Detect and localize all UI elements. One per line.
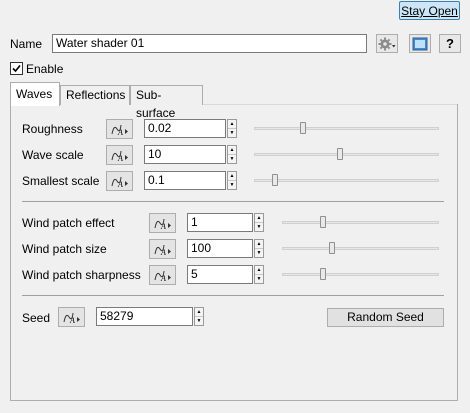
wind-patch-effect-label: Wind patch effect — [22, 216, 115, 230]
wind-patch-effect-input[interactable]: 1 — [187, 213, 253, 232]
smallest-scale-curve-button[interactable]: A — [106, 171, 133, 191]
smallest-scale-slider-thumb[interactable] — [272, 174, 278, 186]
svg-text:A: A — [160, 248, 166, 256]
curve-edit-icon: A — [154, 270, 171, 282]
wind-patch-size-spinner[interactable]: ▲ ▼ — [254, 239, 264, 258]
seed-input[interactable]: 58279 — [96, 307, 193, 326]
wind-patch-effect-spinner[interactable]: ▲ ▼ — [254, 213, 264, 232]
curve-edit-icon: A — [111, 124, 128, 136]
curve-edit-icon: A — [111, 176, 128, 188]
smallest-scale-input[interactable]: 0.1 — [144, 171, 226, 190]
wave-scale-slider-track[interactable] — [254, 153, 439, 156]
seed-label: Seed — [22, 311, 51, 325]
svg-text:A: A — [117, 180, 123, 188]
stay-open-button[interactable]: Stay Open — [399, 1, 460, 20]
wave-scale-curve-button[interactable]: A — [106, 145, 133, 165]
enable-label: Enable — [26, 62, 64, 76]
roughness-slider-track[interactable] — [254, 127, 439, 130]
wind-patch-sharpness-label: Wind patch sharpness — [22, 268, 141, 282]
seed-spinner[interactable]: ▲ ▼ — [194, 307, 204, 326]
tab-reflections[interactable]: Reflections — [60, 85, 130, 105]
wind-patch-sharpness-slider-track[interactable] — [282, 273, 439, 276]
wind-patch-effect-slider-thumb[interactable] — [320, 216, 326, 228]
wind-patch-sharpness-spinner[interactable]: ▲ ▼ — [254, 265, 264, 284]
tab-sub-surface[interactable]: Sub-surface — [130, 85, 203, 120]
roughness-label: Roughness — [22, 122, 83, 136]
wind-patch-effect-curve-button[interactable]: A — [149, 213, 176, 233]
wind-patch-size-input[interactable]: 100 — [187, 239, 253, 258]
svg-text:A: A — [160, 222, 166, 230]
gear-dropdown-icon — [378, 37, 396, 50]
svg-text:A: A — [160, 274, 166, 282]
name-label: Name — [10, 37, 43, 51]
wave-scale-label: Wave scale — [22, 148, 84, 162]
svg-text:A: A — [69, 316, 75, 324]
preview-button[interactable] — [409, 34, 431, 53]
smallest-scale-slider-track[interactable] — [254, 179, 439, 182]
settings-dropdown-button[interactable] — [376, 34, 398, 53]
roughness-slider-thumb[interactable] — [300, 122, 306, 134]
roughness-input[interactable]: 0.02 — [144, 119, 226, 138]
wind-patch-size-slider-track[interactable] — [282, 247, 439, 250]
group-separator — [22, 295, 444, 296]
svg-text:A: A — [117, 154, 123, 162]
checkmark-icon — [12, 64, 21, 73]
enable-checkbox[interactable] — [10, 62, 23, 75]
wave-scale-spinner[interactable]: ▲ ▼ — [227, 145, 237, 164]
wind-patch-sharpness-input[interactable]: 5 — [187, 265, 253, 284]
wind-patch-size-label: Wind patch size — [22, 242, 107, 256]
wind-patch-effect-slider-track[interactable] — [282, 221, 439, 224]
preview-icon — [412, 37, 428, 50]
help-icon: ? — [446, 36, 454, 51]
seed-curve-button[interactable]: A — [58, 307, 85, 327]
tab-waves[interactable]: Waves — [10, 82, 60, 106]
curve-edit-icon: A — [63, 312, 80, 324]
wind-patch-sharpness-slider-thumb[interactable] — [320, 268, 326, 280]
wind-patch-size-slider-thumb[interactable] — [329, 242, 335, 254]
curve-edit-icon: A — [154, 244, 171, 256]
wind-patch-size-curve-button[interactable]: A — [149, 239, 176, 259]
curve-edit-icon: A — [154, 218, 171, 230]
curve-edit-icon: A — [111, 150, 128, 162]
smallest-scale-label: Smallest scale — [22, 174, 100, 188]
wind-patch-sharpness-curve-button[interactable]: A — [149, 265, 176, 285]
svg-text:A: A — [117, 128, 123, 136]
roughness-curve-button[interactable]: A — [106, 119, 133, 139]
help-button[interactable]: ? — [439, 34, 461, 53]
group-separator — [22, 201, 444, 202]
name-field[interactable]: Water shader 01 — [52, 34, 367, 53]
smallest-scale-spinner[interactable]: ▲ ▼ — [227, 171, 237, 190]
wave-scale-slider-thumb[interactable] — [337, 148, 343, 160]
random-seed-button[interactable]: Random Seed — [327, 308, 444, 327]
wave-scale-input[interactable]: 10 — [144, 145, 226, 164]
roughness-spinner[interactable]: ▲ ▼ — [227, 119, 237, 138]
